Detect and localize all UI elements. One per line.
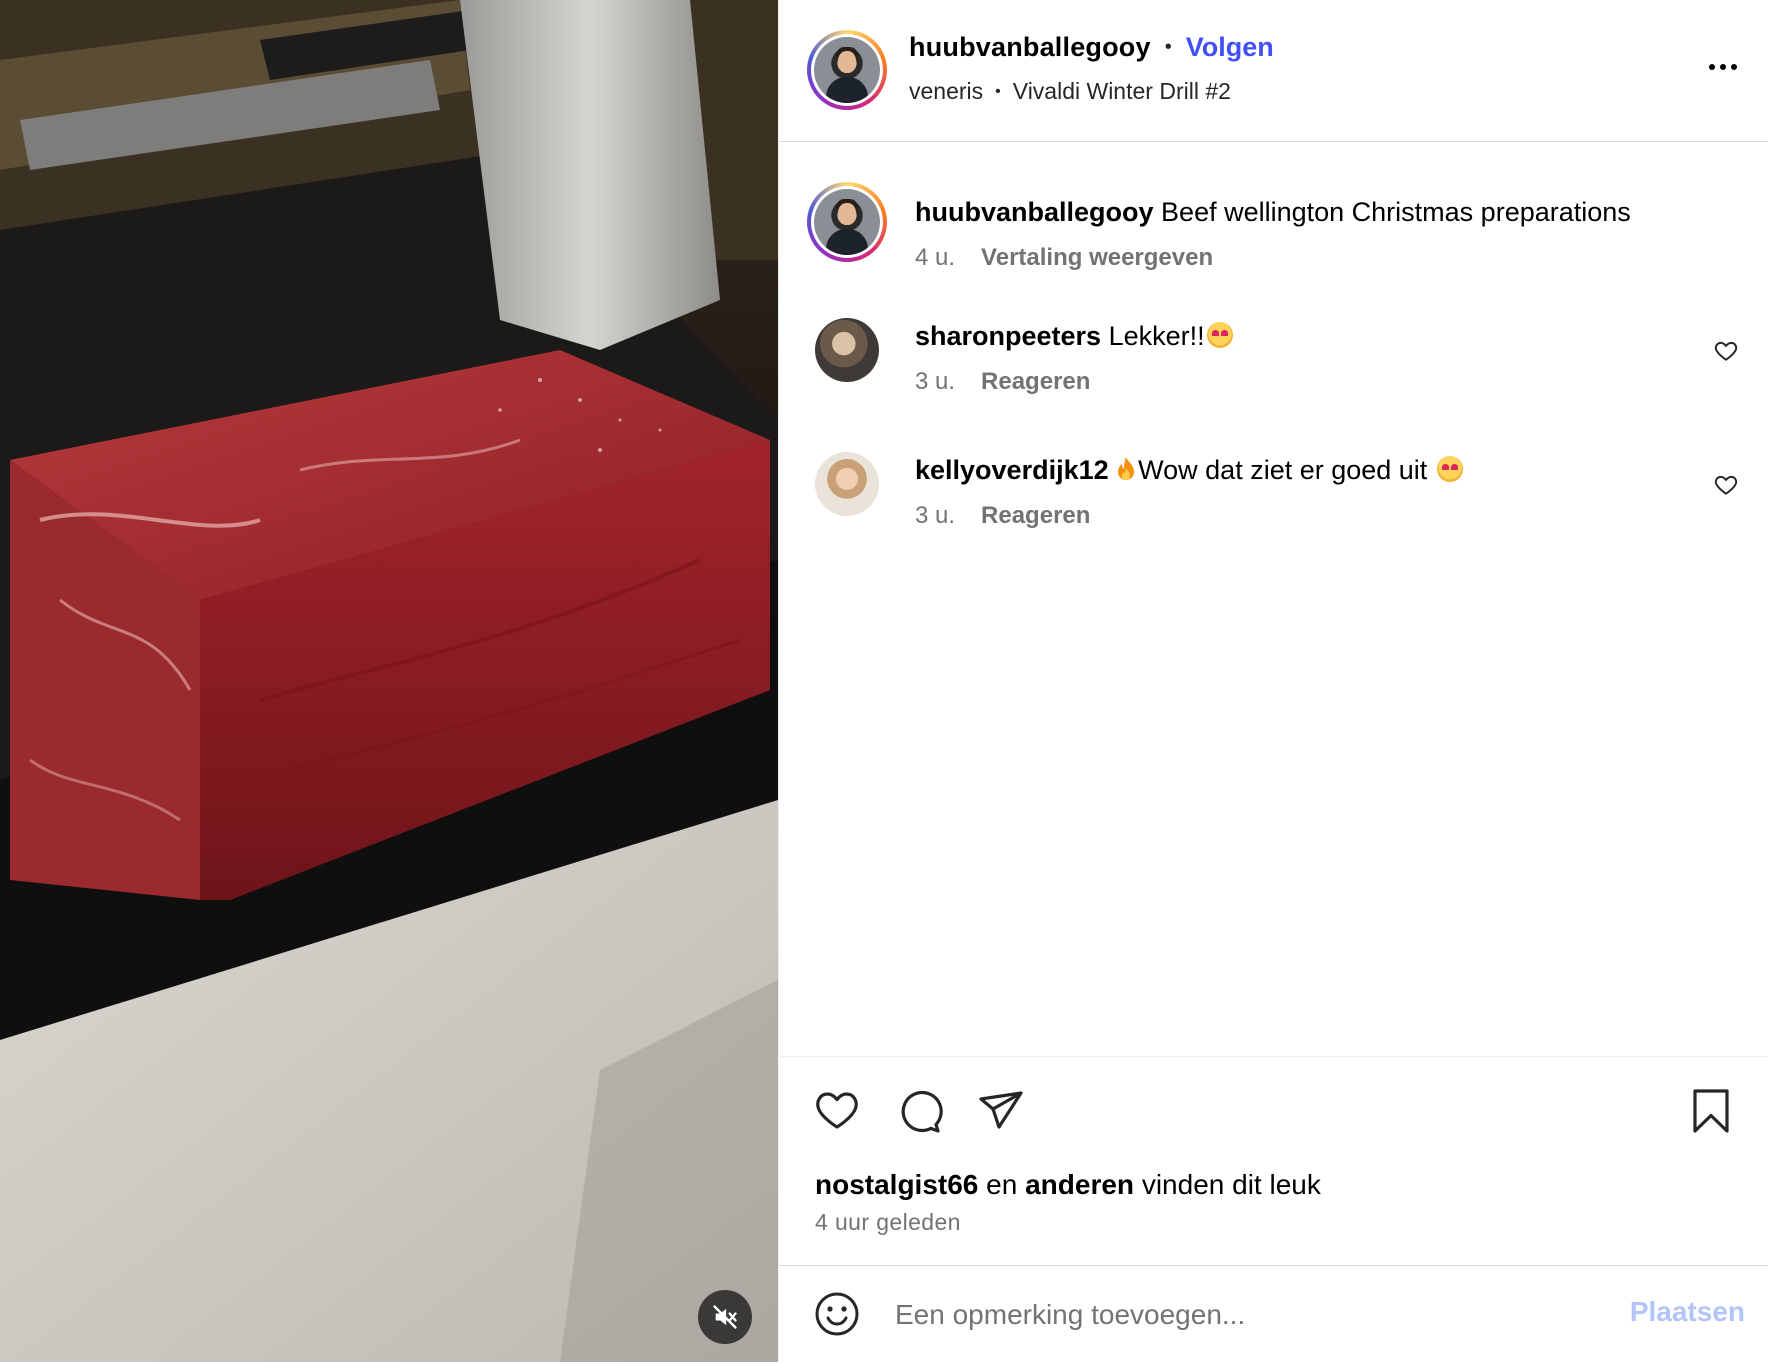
separator-dot: • xyxy=(995,82,1001,100)
mute-icon xyxy=(713,1305,737,1329)
comment-time[interactable]: 3 u. xyxy=(915,502,955,530)
heart-icon[interactable] xyxy=(813,1087,861,1135)
more-options-button[interactable] xyxy=(1701,52,1745,82)
heart-eyes-emoji-icon xyxy=(1206,322,1233,348)
post-comment-button[interactable]: Plaatsen xyxy=(1630,1296,1745,1328)
post-media[interactable] xyxy=(0,0,778,1362)
add-comment-bar: Plaatsen xyxy=(779,1265,1768,1364)
caption-avatar-photo xyxy=(814,189,880,255)
comment-avatar[interactable] xyxy=(815,318,879,382)
post-detail-panel: huubvanballegooy • Volgen veneris • Viva… xyxy=(778,0,1768,1362)
comment-input[interactable] xyxy=(893,1292,1597,1338)
caption-username[interactable]: huubvanballegooy xyxy=(915,197,1154,227)
likes-summary: nostalgist66 en anderen vinden dit leuk xyxy=(815,1169,1321,1201)
reply-button[interactable]: Reageren xyxy=(981,368,1090,396)
heart-eyes-emoji-icon xyxy=(1436,456,1463,482)
separator-dot: • xyxy=(1164,36,1172,58)
more-icon xyxy=(1709,64,1715,70)
action-bar xyxy=(813,1087,1025,1135)
author-avatar-photo xyxy=(814,37,880,103)
author-avatar[interactable] xyxy=(807,30,887,110)
follow-button[interactable]: Volgen xyxy=(1186,32,1274,63)
caption-avatar[interactable] xyxy=(807,182,887,262)
post-footer: nostalgist66 en anderen vinden dit leuk … xyxy=(779,1056,1768,1363)
comment-username[interactable]: sharonpeeters xyxy=(915,321,1101,351)
likes-suffix: vinden dit leuk xyxy=(1141,1169,1321,1200)
post-timestamp[interactable]: 4 uur geleden xyxy=(815,1209,961,1236)
media-video-frame xyxy=(0,0,778,1362)
comment-icon[interactable] xyxy=(895,1087,943,1135)
likes-others-link[interactable]: anderen xyxy=(1025,1169,1134,1200)
liker-username[interactable]: nostalgist66 xyxy=(815,1169,978,1200)
fire-emoji-icon xyxy=(1118,457,1135,480)
like-comment-heart-icon[interactable] xyxy=(1713,338,1739,364)
audio-track-link[interactable]: Vivaldi Winter Drill #2 xyxy=(1013,78,1231,105)
caption-text: Beef wellington Christmas preparations xyxy=(1161,197,1631,227)
bookmark-icon[interactable] xyxy=(1687,1087,1735,1135)
audio-artist-link[interactable]: veneris xyxy=(909,78,983,105)
like-comment-heart-icon[interactable] xyxy=(1713,472,1739,498)
mute-button[interactable] xyxy=(698,1290,752,1344)
share-icon[interactable] xyxy=(977,1087,1025,1135)
caption-time[interactable]: 4 u. xyxy=(915,244,955,272)
smiley-icon[interactable] xyxy=(813,1290,861,1338)
post-header: huubvanballegooy • Volgen veneris • Viva… xyxy=(779,0,1768,142)
comment-username[interactable]: kellyoverdijk12 xyxy=(915,455,1109,485)
comment-text: Lekker!! xyxy=(1108,321,1205,351)
comment-time[interactable]: 3 u. xyxy=(915,368,955,396)
audio-attribution: veneris • Vivaldi Winter Drill #2 xyxy=(909,78,1231,105)
see-translation-button[interactable]: Vertaling weergeven xyxy=(981,244,1213,272)
reply-button[interactable]: Reageren xyxy=(981,502,1090,530)
author-username[interactable]: huubvanballegooy xyxy=(909,32,1151,63)
comment-avatar[interactable] xyxy=(815,452,879,516)
likes-connector: en xyxy=(986,1169,1018,1200)
comment-text: Wow dat ziet er goed uit xyxy=(1138,455,1428,485)
